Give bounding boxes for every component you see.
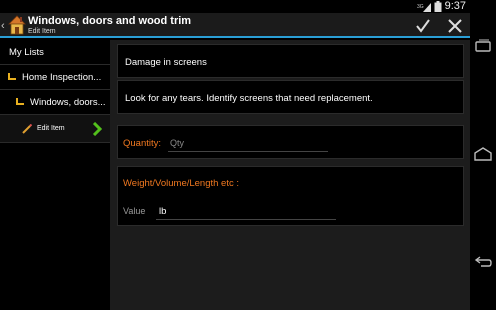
hierarchy-arrow-icon	[8, 72, 16, 80]
measure-label: Weight/Volume/Length etc :	[123, 178, 240, 189]
edit-item-form: Damage in screens Look for any tears. Id…	[110, 40, 470, 310]
item-name-value: Damage in screens	[125, 57, 207, 68]
sidebar-item-home-inspection[interactable]: Home Inspection...	[0, 65, 110, 90]
pencil-icon	[22, 123, 32, 134]
hierarchy-arrow-icon	[16, 97, 24, 105]
sidebar-item-edit-item[interactable]: Edit Item	[0, 115, 110, 143]
system-navigation-bar	[470, 0, 496, 310]
quantity-input-underline	[168, 151, 328, 152]
item-name-field[interactable]: Damage in screens	[117, 44, 464, 78]
svg-text:3G: 3G	[417, 4, 424, 10]
measure-section: Weight/Volume/Length etc : Value lb	[117, 166, 464, 226]
quantity-label: Quantity:	[123, 138, 162, 149]
unit-input[interactable]: lb	[159, 206, 166, 217]
status-bar: 3G 9:37	[0, 0, 470, 13]
unit-input-underline	[156, 219, 336, 220]
close-icon[interactable]	[445, 16, 465, 36]
save-check-icon[interactable]	[413, 16, 433, 36]
sidebar-item-label: Windows, doors...	[30, 96, 106, 108]
sidebar-item-label: Edit Item	[37, 125, 65, 132]
status-time: 9:37	[444, 0, 466, 12]
screen-subtitle: Edit Item	[28, 28, 56, 35]
sidebar-header-my-lists[interactable]: My Lists	[0, 40, 110, 65]
screen-title: Windows, doors and wood trim	[28, 15, 192, 27]
quantity-input[interactable]: Qty	[170, 138, 184, 148]
sidebar: My Lists Home Inspection... Windows, doo…	[0, 40, 110, 310]
up-caret-icon[interactable]: ‹	[1, 20, 5, 32]
sidebar-item-windows-doors[interactable]: Windows, doors...	[0, 90, 110, 115]
sidebar-header-label: My Lists	[9, 46, 44, 58]
action-bar: ‹ Windows, doors and wood trim Edit Item	[0, 13, 470, 38]
app-house-icon[interactable]	[8, 15, 26, 35]
chevron-right-icon	[92, 122, 102, 136]
network-signal-icon: 3G	[417, 2, 431, 12]
quantity-row: Quantity: Qty	[117, 125, 464, 159]
sidebar-item-label: Home Inspection...	[22, 71, 102, 83]
back-icon[interactable]	[473, 254, 493, 270]
recent-apps-icon[interactable]	[473, 38, 493, 54]
item-description-value: Look for any tears. Identify screens tha…	[125, 93, 373, 104]
item-description-field[interactable]: Look for any tears. Identify screens tha…	[117, 80, 464, 114]
home-icon[interactable]	[473, 146, 493, 162]
battery-icon	[434, 1, 442, 12]
status-indicators: 3G 9:37	[417, 0, 466, 13]
value-label: Value	[123, 206, 146, 216]
